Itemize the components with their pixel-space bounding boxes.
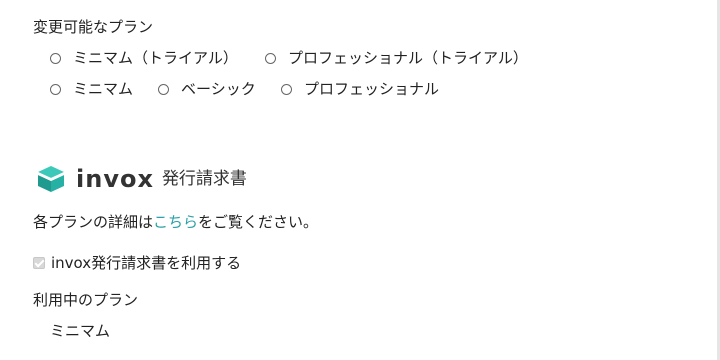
details-suffix: をご覧ください。: [198, 213, 319, 231]
radio-label: プロフェッショナル（トライアル）: [288, 49, 528, 67]
radio-minimum-trial[interactable]: ミニマム（トライアル）: [50, 49, 238, 67]
use-invox-checkbox[interactable]: invox発行請求書を利用する: [33, 254, 241, 272]
current-plan-label: 利用中のプラン: [33, 291, 139, 309]
logo-wordmark: invox: [76, 165, 154, 193]
invox-cube-icon: [38, 166, 64, 192]
radio-label: プロフェッショナル: [304, 80, 440, 98]
checkbox-checked-icon: [33, 257, 45, 269]
radio-minimum[interactable]: ミニマム: [50, 80, 133, 98]
details-link[interactable]: こちら: [153, 213, 198, 231]
radio-label: ベーシック: [181, 80, 256, 98]
radio-label: ミニマム: [73, 80, 134, 98]
radio-circle-icon: [50, 83, 61, 95]
radio-basic[interactable]: ベーシック: [158, 80, 256, 98]
invox-logo: invox 発行請求書: [36, 164, 247, 194]
details-prefix: 各プランの詳細は: [33, 213, 154, 231]
radio-professional[interactable]: プロフェッショナル: [281, 80, 439, 98]
radio-circle-icon: [265, 52, 276, 64]
changeable-plans-label: 変更可能なプラン: [33, 18, 154, 36]
radio-circle-icon: [281, 83, 292, 95]
radio-circle-icon: [50, 52, 61, 64]
logo-subtitle: 発行請求書: [161, 169, 247, 189]
use-invox-label: invox発行請求書を利用する: [51, 254, 242, 272]
plan-details-text: 各プランの詳細はこちらをご覧ください。: [33, 213, 318, 231]
radio-label: ミニマム（トライアル）: [73, 49, 238, 67]
radio-circle-icon: [158, 83, 169, 95]
current-plan-value: ミニマム: [50, 322, 111, 340]
radio-professional-trial[interactable]: プロフェッショナル（トライアル）: [265, 49, 528, 67]
